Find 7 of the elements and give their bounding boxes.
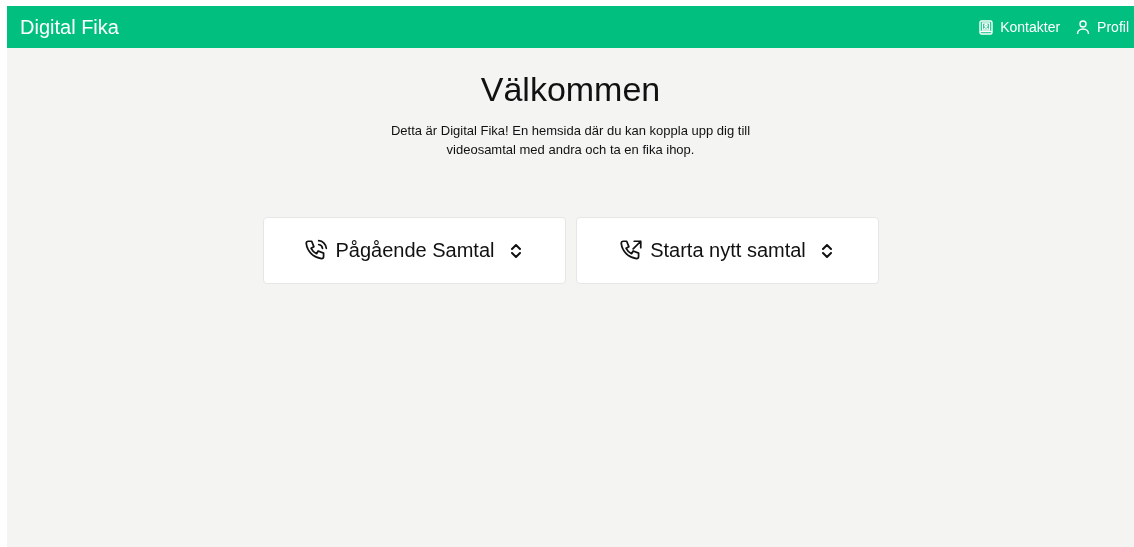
intro-text: Detta är Digital Fika! En hemsida där du kan koppla upp dig till videosamtal med andra och ta en fika ihop. bbox=[389, 122, 752, 159]
welcome-heading: Välkommen bbox=[480, 70, 661, 109]
call-dropdown-button[interactable]: Pågående Samtal bbox=[262, 217, 566, 284]
app-title: Digital Fika bbox=[20, 15, 120, 39]
user-icon bbox=[1076, 19, 1091, 35]
call-dropdown-button[interactable]: Starta nytt samtal bbox=[575, 217, 879, 284]
contacts-book-icon bbox=[979, 19, 994, 35]
